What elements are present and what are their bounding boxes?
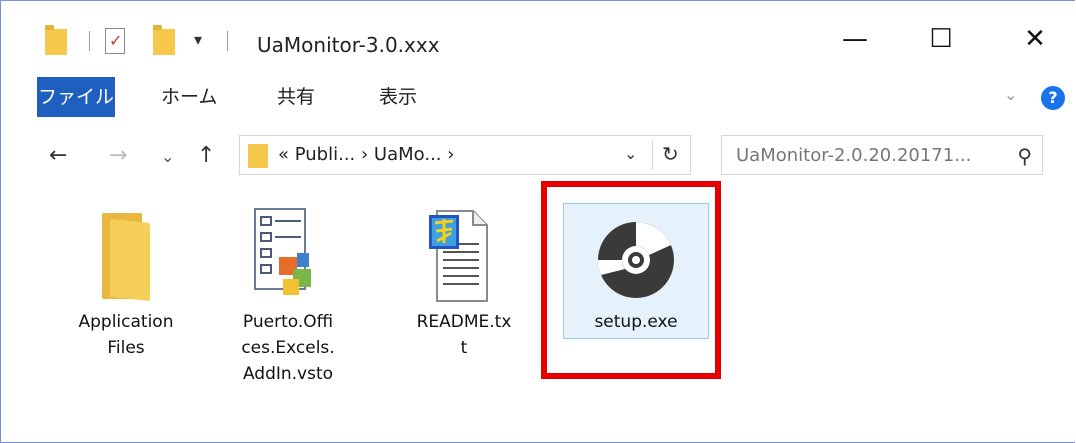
- refresh-icon[interactable]: ↻: [662, 142, 679, 166]
- tab-share[interactable]: 共有: [277, 77, 315, 117]
- folder-icon: [248, 144, 268, 168]
- divider: [227, 31, 228, 51]
- maximize-button[interactable]: ☐: [911, 19, 971, 59]
- up-button[interactable]: ↑: [197, 143, 215, 168]
- highlight-annotation: [541, 181, 721, 379]
- folder-icon[interactable]: [45, 25, 67, 55]
- ribbon-expand-icon[interactable]: ⌄: [1004, 85, 1017, 104]
- search-box[interactable]: UaMonitor-2.0.20.20171... ⚲: [721, 135, 1043, 175]
- minimize-button[interactable]: —: [825, 19, 885, 59]
- help-icon[interactable]: ?: [1041, 86, 1065, 110]
- close-button[interactable]: ✕: [1005, 19, 1065, 59]
- back-button[interactable]: ←: [49, 143, 67, 168]
- new-folder-icon[interactable]: [153, 25, 175, 55]
- search-icon[interactable]: ⚲: [1017, 144, 1032, 168]
- window-title: UaMonitor-3.0.xxx: [257, 33, 440, 57]
- forward-button[interactable]: →: [109, 143, 127, 168]
- explorer-window: ✓ ▾ UaMonitor-3.0.xxx — ☐ ✕ ファイル ホーム 共有 …: [0, 0, 1075, 443]
- tab-home[interactable]: ホーム: [161, 77, 217, 117]
- text-document-icon: [429, 210, 488, 302]
- quick-access-dropdown-icon[interactable]: ▾: [194, 30, 202, 49]
- address-bar[interactable]: « Publi... › UaMo... › ⌄ ↻: [239, 135, 691, 175]
- tab-view[interactable]: 表示: [379, 77, 417, 117]
- tab-file[interactable]: ファイル: [37, 77, 115, 117]
- file-name: README.tx t: [416, 312, 512, 358]
- folder-icon: [90, 213, 158, 302]
- vsto-manifest-icon: [254, 208, 311, 295]
- breadcrumb[interactable]: « Publi... › UaMo... ›: [278, 144, 454, 165]
- file-name: Puerto.Offi ces.Excels. AddIn.vsto: [241, 312, 335, 384]
- properties-icon[interactable]: ✓: [105, 28, 125, 54]
- recent-locations-icon[interactable]: ⌄: [161, 147, 174, 166]
- address-dropdown-icon[interactable]: ⌄: [624, 144, 637, 163]
- divider: [652, 140, 653, 170]
- search-input[interactable]: UaMonitor-2.0.20.20171...: [736, 145, 971, 166]
- file-name: Application Files: [78, 312, 174, 358]
- divider: [89, 31, 90, 51]
